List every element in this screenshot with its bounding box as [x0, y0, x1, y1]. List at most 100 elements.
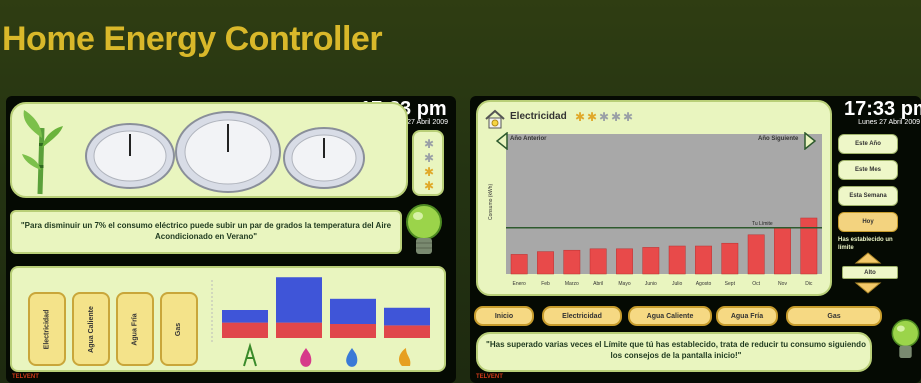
- electricity-tower-icon: [243, 342, 257, 367]
- right-date: Lunes 27 Abril 2009: [858, 119, 920, 126]
- limit-value-field[interactable]: Alto: [842, 266, 898, 279]
- limit-label: Tu Límite: [752, 221, 773, 227]
- bar-junio: [642, 247, 660, 275]
- right-clock: 17:33 pm: [844, 98, 921, 120]
- y-axis-label: Consumo (kWh): [488, 184, 494, 220]
- tab-label: Electricidad: [43, 309, 51, 349]
- chart-title: Electricidad: [510, 111, 567, 122]
- today-button[interactable]: Hoy: [838, 212, 898, 232]
- tab-label: Agua Fría: [131, 312, 139, 346]
- tab-agua-fria[interactable]: Agua Fría: [116, 292, 154, 366]
- next-year-button[interactable]: Año Siguiente: [758, 132, 818, 150]
- svg-text:✱: ✱: [611, 110, 621, 123]
- tip-panel: "Para disminuir un 7% el consumo eléctri…: [10, 210, 402, 254]
- stars-panel: ✱ ✱ ✱ ✱: [412, 130, 444, 196]
- gauges-panel: [10, 102, 408, 198]
- mini-bar-blue: [330, 298, 376, 324]
- month-label: Agosto: [696, 281, 712, 287]
- left-footer-logo: TELVENT: [12, 374, 39, 380]
- bar-sept: [721, 242, 739, 275]
- month-label: Marzo: [565, 281, 579, 287]
- gauge-gas: [283, 127, 365, 189]
- tab-electricidad[interactable]: Electricidad: [28, 292, 66, 366]
- bar-marzo: [563, 249, 581, 275]
- mini-bar-red: [384, 325, 430, 338]
- tab-gas[interactable]: Gas: [160, 292, 198, 366]
- month-label: Junio: [645, 281, 657, 287]
- bamboo-icon: [22, 110, 63, 195]
- right-screen: 17:33 pm Lunes 27 Abril 2009 Electricida…: [470, 96, 921, 383]
- page-title: Home Energy Controller: [2, 20, 383, 58]
- gauge-electricidad: [85, 123, 175, 189]
- next-year-label: Año Siguiente: [758, 136, 799, 142]
- bar-dic: [800, 217, 818, 275]
- tab-label: Agua Caliente: [87, 305, 95, 353]
- mini-bar-blue: [276, 277, 322, 323]
- month-label: Mayo: [618, 281, 630, 287]
- month-label: Nov: [778, 281, 787, 287]
- mini-bar-red: [330, 324, 376, 338]
- month-label: Feb: [541, 281, 550, 287]
- electricity-bar-chart: Consumo (kWh) Tu Límite Enero Feb Marzo Abr…: [488, 134, 822, 287]
- home-button[interactable]: Inicio: [474, 306, 534, 326]
- bar-enero: [510, 254, 528, 275]
- mini-bar-blue: [384, 307, 430, 326]
- mini-bar-red: [276, 322, 322, 338]
- prev-year-label: Año Anterior: [510, 136, 547, 142]
- bar-julio: [668, 245, 686, 275]
- limit-set-text: Has establecido un límite: [838, 237, 893, 251]
- svg-text:✱: ✱: [575, 110, 585, 123]
- bar-feb: [537, 251, 554, 275]
- cold-water-drop-icon: [346, 348, 358, 367]
- chevron-left-icon: [496, 132, 508, 150]
- chart-rating-stars-icon: ✱ ✱ ✱ ✱ ✱: [575, 110, 633, 123]
- svg-text:✱: ✱: [623, 110, 633, 123]
- message-panel: "Has superado varias veces el Límite que…: [476, 332, 872, 372]
- hot-water-button[interactable]: Agua Caliente: [628, 306, 712, 326]
- hot-water-drop-icon: [300, 348, 312, 367]
- left-screen: 17:33 pm Lunes 27 Abril 2009: [6, 96, 456, 383]
- gas-flame-icon: [399, 348, 411, 366]
- bar-nov: [774, 227, 791, 275]
- this-week-button[interactable]: Esta Semana: [838, 186, 898, 206]
- month-label: Enero: [512, 281, 526, 287]
- mini-bar-blue: [222, 310, 268, 323]
- bar-oct: [747, 234, 765, 275]
- bar-abril: [589, 248, 607, 275]
- gauge-agua: [175, 111, 281, 193]
- electricity-button[interactable]: Electricidad: [542, 306, 622, 326]
- this-month-button[interactable]: Este Mes: [838, 160, 898, 180]
- tab-agua-caliente[interactable]: Agua Caliente: [72, 292, 110, 366]
- svg-text:✱: ✱: [587, 110, 597, 123]
- chart-panel: Electricidad ✱ ✱ ✱ ✱ ✱ Consumo (kWh) Tu …: [476, 100, 832, 296]
- mini-bar-red: [222, 322, 268, 338]
- svg-text:✱: ✱: [424, 137, 434, 151]
- gas-button[interactable]: Gas: [786, 306, 882, 326]
- resource-icons: [243, 342, 411, 367]
- bar-agosto: [695, 245, 712, 275]
- mini-consumption-chart: [211, 277, 430, 367]
- month-label: Julio: [672, 281, 683, 287]
- bar-mayo: [616, 248, 633, 275]
- limit-down-arrow-icon[interactable]: [854, 282, 882, 294]
- month-label: Sept: [725, 281, 736, 287]
- month-label: Oct: [752, 281, 760, 287]
- month-label: Abril: [593, 281, 603, 287]
- month-label: Dic: [805, 281, 813, 287]
- consumption-panel: Electricidad Agua Caliente Agua Fría Gas: [10, 266, 446, 372]
- tab-label: Gas: [175, 322, 183, 336]
- right-footer-logo: TELVENT: [476, 374, 503, 380]
- svg-text:✱: ✱: [599, 110, 609, 123]
- warning-message-text: "Has superado varias veces el Límite que…: [486, 340, 866, 360]
- gauges: [85, 111, 365, 193]
- svg-text:✱: ✱: [424, 179, 434, 193]
- svg-text:✱: ✱: [424, 151, 434, 165]
- prev-year-button[interactable]: Año Anterior: [496, 132, 556, 150]
- rating-stars-icon: ✱ ✱ ✱ ✱: [424, 137, 434, 193]
- limit-up-arrow-icon[interactable]: [854, 252, 882, 264]
- this-year-button[interactable]: Este Año: [838, 134, 898, 154]
- cold-water-button[interactable]: Agua Fría: [716, 306, 778, 326]
- lightbulb-icon: [406, 204, 442, 254]
- house-icon: [485, 109, 505, 129]
- svg-text:✱: ✱: [424, 165, 434, 179]
